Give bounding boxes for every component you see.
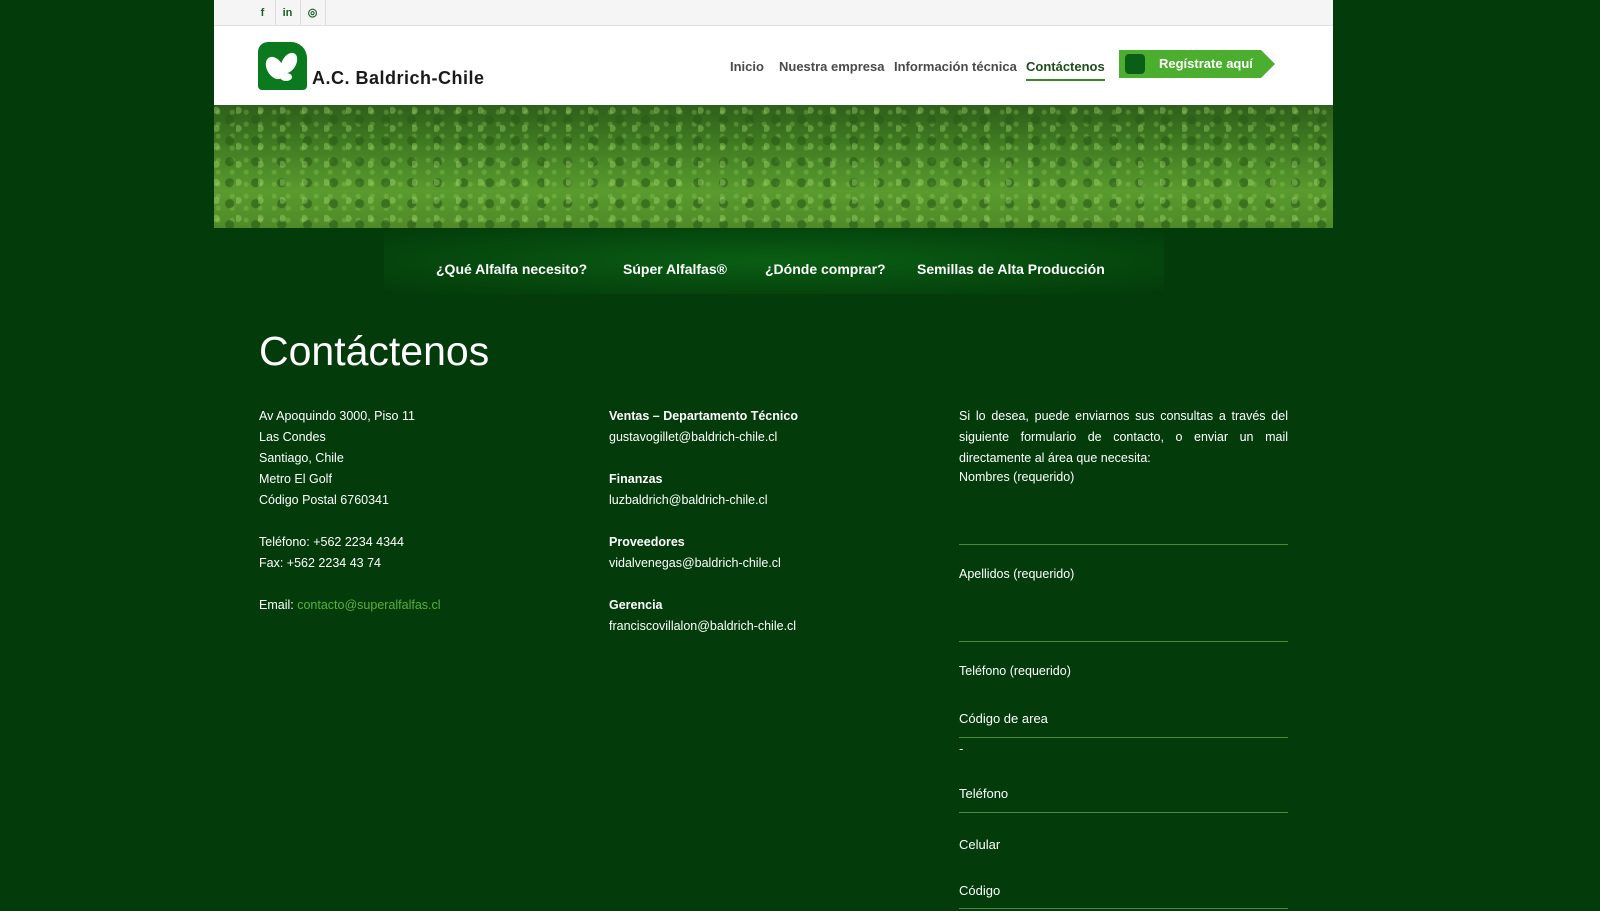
dept-finanzas-email[interactable]: luzbaldrich@baldrich-chile.cl [609,490,909,511]
codigo-input[interactable]: Código [959,883,1000,898]
page-title: Contáctenos [259,328,490,374]
form-intro: Si lo desea, puede enviarnos sus consult… [959,409,1288,465]
postal-code: Código Postal 6760341 [259,493,389,507]
alfalfa-field-banner [214,105,1333,228]
address-line: Metro El Golf [259,472,332,486]
phone-separator: - [959,741,964,756]
dept-proveedores-email[interactable]: vidalvenegas@baldrich-chile.cl [609,553,909,574]
departments-column: Ventas – Departamento Técnico gustavogil… [609,406,909,637]
nav-inicio[interactable]: Inicio [730,59,764,74]
telefono-label: Teléfono (requerido) [959,664,1071,678]
dept-finanzas-heading: Finanzas [609,472,663,486]
social-bar: f in ◎ [214,0,1333,26]
email-label: Email: [259,598,294,612]
nav-contactenos[interactable]: Contáctenos [1026,59,1105,81]
nav-nuestra-empresa[interactable]: Nuestra empresa [779,59,885,74]
leaf-icon [1125,54,1145,74]
apellidos-input[interactable] [959,641,1288,642]
telefono-underline [959,812,1288,813]
logo-text[interactable]: A.C. Baldrich-Chile [312,68,485,89]
instagram-icon[interactable]: ◎ [300,0,326,25]
dept-gerencia-email[interactable]: franciscovillalon@baldrich-chile.cl [609,616,909,637]
email-link[interactable]: contacto@superalfalfas.cl [297,598,440,612]
address-column: Av Apoquindo 3000, Piso 11 Las Condes Sa… [259,406,559,616]
subnav-que-alfalfa[interactable]: ¿Qué Alfalfa necesito? [436,261,587,277]
apellidos-label: Apellidos (requerido) [959,567,1075,581]
dept-ventas-email[interactable]: gustavogillet@baldrich-chile.cl [609,427,909,448]
nav-informacion-tecnica[interactable]: Información técnica [894,59,1017,74]
codigo-area-underline [959,737,1288,738]
register-button[interactable]: Regístrate aquí [1119,50,1275,78]
codigo-area-input[interactable]: Código de area [959,711,1048,726]
secondary-nav: ¿Qué Alfalfa necesito? Súper Alfalfas® ¿… [384,228,1164,294]
address-line: Las Condes [259,430,326,444]
register-label: Regístrate aquí [1159,56,1253,71]
phone-text: Teléfono: +562 2234 4344 [259,535,404,549]
address-line: Av Apoquindo 3000, Piso 11 [259,409,415,423]
fax-text: Fax: +562 2234 43 74 [259,556,381,570]
nombres-input[interactable] [959,544,1288,545]
codigo-underline [959,908,1288,909]
logo-leaf-icon[interactable] [258,42,307,90]
dept-ventas-heading: Ventas – Departamento Técnico [609,409,798,423]
site-header: A.C. Baldrich-Chile Inicio Nuestra empre… [214,26,1333,105]
dept-gerencia-heading: Gerencia [609,598,663,612]
linkedin-icon[interactable]: in [275,0,301,25]
subnav-donde-comprar[interactable]: ¿Dónde comprar? [765,261,886,277]
celular-label: Celular [959,837,1001,852]
dept-proveedores-heading: Proveedores [609,535,685,549]
subnav-super-alfalfas[interactable]: Súper Alfalfas® [623,261,727,277]
subnav-semillas[interactable]: Semillas de Alta Producción [917,261,1105,277]
nombres-label: Nombres (requerido) [959,470,1075,484]
facebook-icon[interactable]: f [250,0,276,25]
page-container: f in ◎ A.C. Baldrich-Chile Inicio Nuestr… [214,0,1333,911]
telefono-input[interactable]: Teléfono [959,786,1008,801]
address-line: Santiago, Chile [259,451,344,465]
